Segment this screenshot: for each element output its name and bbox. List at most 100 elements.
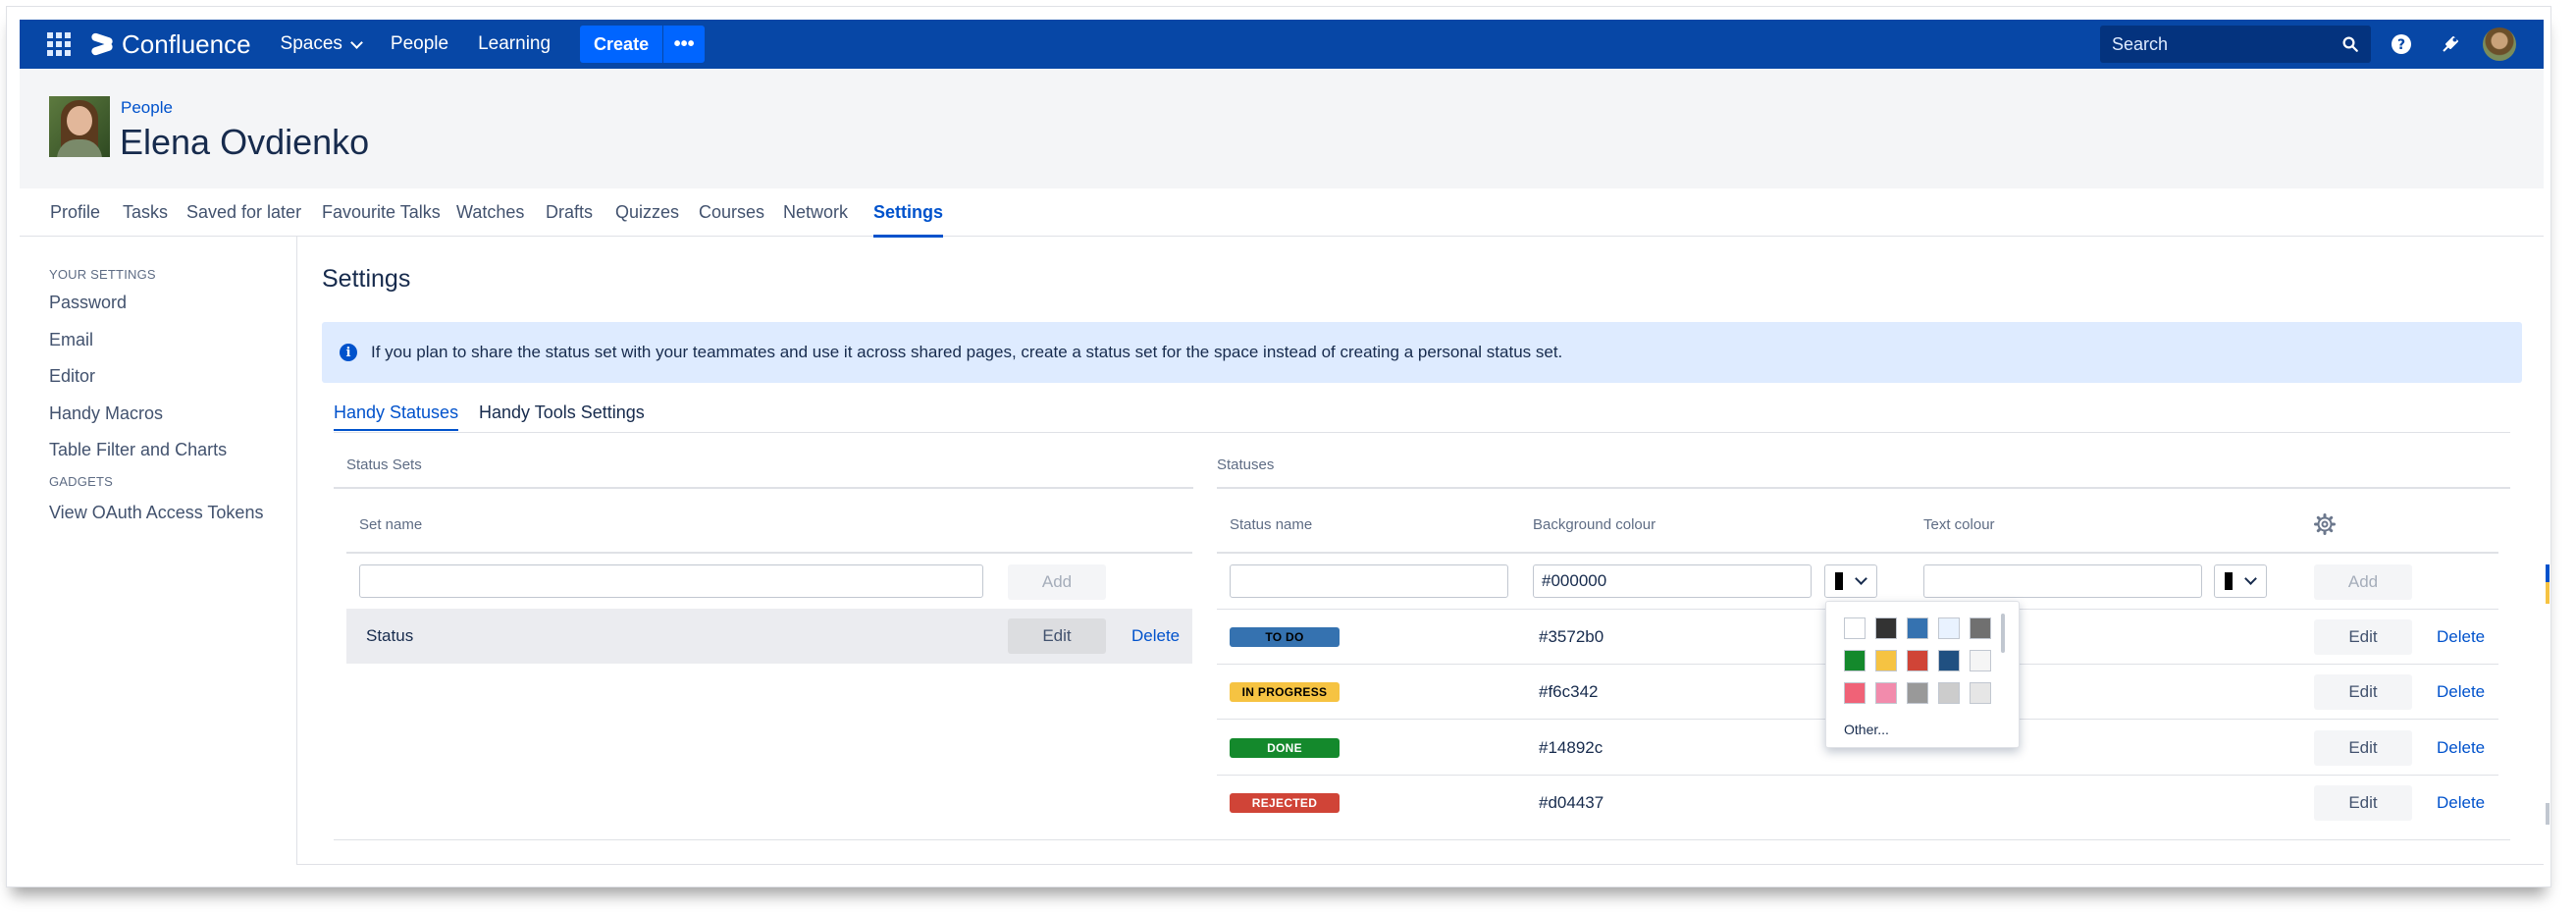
search-input[interactable] [2100, 32, 2341, 56]
palette-swatch[interactable] [1844, 650, 1866, 671]
palette-swatch[interactable] [1970, 617, 1991, 639]
add-set-button[interactable]: Add [1008, 564, 1106, 600]
scroll-accent-blue [2546, 564, 2550, 582]
help-icon[interactable]: ? [2385, 27, 2418, 61]
sidebar-item-oauth-tokens[interactable]: View OAuth Access Tokens [49, 503, 263, 523]
sidebar-item-table-filter[interactable]: Table Filter and Charts [49, 440, 227, 460]
palette-swatch[interactable] [1938, 650, 1960, 671]
add-status-button[interactable]: Add [2314, 564, 2412, 600]
delete-status-link[interactable]: Delete [2437, 738, 2485, 758]
confluence-logo[interactable]: Confluence [90, 29, 251, 60]
new-status-name-input[interactable] [1230, 564, 1508, 598]
delete-status-link[interactable]: Delete [2437, 627, 2485, 647]
bg-colour-header: Background colour [1533, 516, 1656, 533]
tab-profile[interactable]: Profile [50, 202, 100, 223]
palette-swatch[interactable] [1844, 682, 1866, 704]
text-colour-picker[interactable] [2214, 564, 2267, 598]
info-message: If you plan to share the status set with… [371, 343, 1563, 361]
notifications-icon[interactable] [2434, 27, 2467, 61]
user-avatar[interactable] [2483, 27, 2516, 61]
create-button-group: Create ••• [580, 26, 706, 63]
status-bg-value: #14892c [1539, 738, 1603, 757]
svg-text:?: ? [2397, 37, 2405, 53]
new-bg-colour-input[interactable] [1533, 564, 1812, 598]
create-button[interactable]: Create [580, 26, 663, 63]
palette-swatch[interactable] [1938, 617, 1960, 639]
sidebar-heading-your-settings: YOUR SETTINGS [49, 267, 156, 282]
edit-status-button[interactable]: Edit [2314, 619, 2412, 655]
row-divider [1217, 775, 2498, 776]
app-switcher-icon[interactable] [47, 32, 71, 56]
profile-name: Elena Ovdienko [120, 122, 370, 162]
search-icon[interactable] [2341, 33, 2359, 55]
set-name-header: Set name [359, 516, 423, 533]
delete-set-link[interactable]: Delete [1131, 626, 1180, 646]
table-bottom-divider [334, 839, 2510, 840]
status-lozenge-in-progress: IN PROGRESS [1230, 682, 1340, 702]
palette-swatch[interactable] [1970, 682, 1991, 704]
info-icon: i [340, 344, 357, 361]
sidebar-item-editor[interactable]: Editor [49, 366, 95, 387]
page-scrollbar[interactable] [2546, 803, 2550, 825]
settings-sidebar: YOUR SETTINGS Password Email Editor Hand… [20, 236, 297, 864]
palette-scrollbar[interactable] [2001, 614, 2005, 653]
profile-tabs: Profile Tasks Saved for later Favourite … [20, 188, 2544, 238]
chevron-down-icon [350, 35, 363, 49]
sidebar-item-email[interactable]: Email [49, 330, 93, 350]
palette-swatch[interactable] [1875, 682, 1897, 704]
palette-swatch[interactable] [1938, 682, 1960, 704]
breadcrumb-people[interactable]: People [121, 98, 173, 118]
colour-swatch [2225, 572, 2233, 590]
statuses-header-divider [1217, 552, 2498, 554]
sidebar-item-handy-macros[interactable]: Handy Macros [49, 403, 163, 424]
statuses-divider [1217, 487, 2510, 489]
edit-status-button[interactable]: Edit [2314, 674, 2412, 710]
bg-colour-picker[interactable] [1824, 564, 1877, 598]
palette-swatch[interactable] [1907, 682, 1928, 704]
palette-swatch[interactable] [1875, 617, 1897, 639]
page-title: Settings [322, 265, 411, 293]
statuses-label: Statuses [1217, 456, 1275, 473]
status-sets-label: Status Sets [346, 456, 422, 473]
tab-handy-statuses[interactable]: Handy Statuses [334, 402, 459, 431]
palette-other-link[interactable]: Other... [1844, 722, 1889, 737]
tab-watches[interactable]: Watches [456, 202, 524, 223]
edit-status-button[interactable]: Edit [2314, 730, 2412, 766]
palette-swatch[interactable] [1844, 617, 1866, 639]
tab-settings[interactable]: Settings [873, 202, 944, 238]
edit-set-button[interactable]: Edit [1008, 618, 1106, 654]
spaces-menu[interactable]: Spaces [281, 33, 363, 55]
new-text-colour-input[interactable] [1923, 564, 2202, 598]
tab-favourite-talks[interactable]: Favourite Talks [322, 202, 441, 223]
text-colour-header: Text colour [1923, 516, 1995, 533]
tab-courses[interactable]: Courses [699, 202, 764, 223]
tab-quizzes[interactable]: Quizzes [615, 202, 679, 223]
tab-tasks[interactable]: Tasks [123, 202, 168, 223]
tab-network[interactable]: Network [783, 202, 848, 223]
tab-handy-tools-settings[interactable]: Handy Tools Settings [479, 402, 645, 423]
sidebar-heading-gadgets: GADGETS [49, 474, 113, 489]
gear-icon[interactable] [2314, 513, 2336, 535]
status-bg-value: #3572b0 [1539, 627, 1604, 646]
delete-status-link[interactable]: Delete [2437, 682, 2485, 702]
status-bg-value: #d04437 [1539, 793, 1604, 812]
palette-swatch[interactable] [1875, 650, 1897, 671]
delete-status-link[interactable]: Delete [2437, 793, 2485, 813]
new-set-name-input[interactable] [359, 564, 983, 598]
sidebar-item-password[interactable]: Password [49, 293, 127, 313]
palette-swatch[interactable] [1907, 617, 1928, 639]
tab-saved-for-later[interactable]: Saved for later [186, 202, 301, 223]
more-create-button[interactable]: ••• [662, 26, 706, 63]
people-link[interactable]: People [391, 33, 448, 55]
profile-avatar [49, 96, 110, 157]
set-header-divider [346, 552, 1192, 554]
status-name-header: Status name [1230, 516, 1313, 533]
search-box [2100, 26, 2371, 63]
palette-swatch[interactable] [1907, 650, 1928, 671]
tab-drafts[interactable]: Drafts [546, 202, 593, 223]
palette-swatch[interactable] [1970, 650, 1991, 671]
status-lozenge-to-do: TO DO [1230, 627, 1340, 647]
learning-link[interactable]: Learning [478, 33, 551, 55]
edit-status-button[interactable]: Edit [2314, 785, 2412, 821]
status-lozenge-rejected: REJECTED [1230, 793, 1340, 813]
